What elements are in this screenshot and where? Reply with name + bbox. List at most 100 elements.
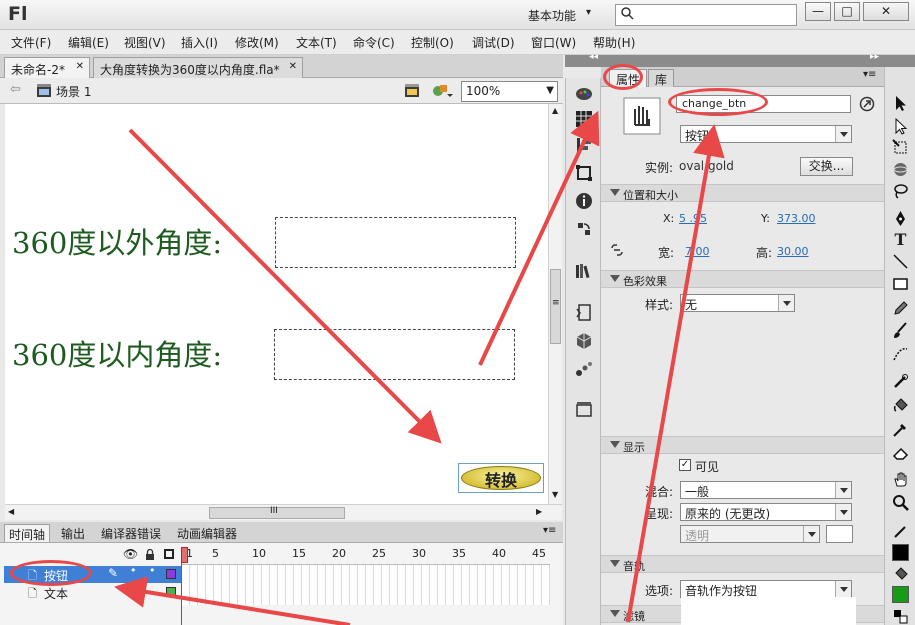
scroll-down-icon[interactable]: ▼ xyxy=(552,490,558,499)
tab-library[interactable]: 库 xyxy=(648,69,675,87)
close-icon[interactable]: ✕ xyxy=(76,61,84,72)
tab-compiler-errors[interactable]: 编译器错误 xyxy=(101,525,161,542)
stage[interactable]: 360度以外角度: 360度以内角度: xyxy=(5,104,548,504)
edit-scene-icon[interactable] xyxy=(404,82,422,99)
swap-colors-icon[interactable] xyxy=(892,608,909,625)
menu-insert[interactable]: 插入(I) xyxy=(181,34,218,51)
menu-file[interactable]: 文件(F) xyxy=(11,34,51,51)
layer-color-swatch[interactable] xyxy=(166,569,176,579)
section-color-effect[interactable]: 色彩效果 xyxy=(601,270,884,288)
lock-icon[interactable] xyxy=(145,549,155,560)
dot-icon[interactable]: • xyxy=(130,564,137,577)
close-window-button[interactable]: ✕ xyxy=(863,2,909,21)
3d-rotation-tool-icon[interactable] xyxy=(892,161,909,178)
zoom-select[interactable]: 100% ▼ xyxy=(461,81,558,102)
maximize-button[interactable]: □ xyxy=(834,2,860,21)
edit-symbols-icon[interactable] xyxy=(431,82,453,99)
components-icon[interactable] xyxy=(575,332,593,350)
stroke-color-swatch[interactable] xyxy=(892,544,909,561)
menu-control[interactable]: 控制(O) xyxy=(411,34,454,51)
stroke-color-pencil-icon[interactable] xyxy=(892,523,909,540)
layer-color-swatch[interactable] xyxy=(166,587,176,597)
scroll-right-icon[interactable]: ▶ xyxy=(536,507,542,516)
convert-button[interactable]: 转换 xyxy=(458,463,544,493)
deco-tool-icon[interactable] xyxy=(892,345,909,362)
menu-edit[interactable]: 编辑(E) xyxy=(68,34,109,51)
menu-window[interactable]: 窗口(W) xyxy=(531,34,576,51)
pen-tool-icon[interactable] xyxy=(892,210,909,227)
fill-color-swatch[interactable] xyxy=(892,586,909,603)
render-select[interactable]: 原来的 (无更改) xyxy=(680,503,852,521)
zoom-tool-icon[interactable] xyxy=(892,494,909,511)
doc-tab-angle-convert[interactable]: 大角度转换为360度以内角度.fla* ✕ xyxy=(93,57,303,78)
inner-angle-output[interactable] xyxy=(274,329,515,380)
tab-timeline[interactable]: 时间轴 xyxy=(4,524,51,542)
history-icon[interactable] xyxy=(575,220,593,238)
align-icon[interactable] xyxy=(575,136,593,154)
background-color-swatch[interactable] xyxy=(826,525,853,543)
frame-grid[interactable] xyxy=(182,565,550,605)
scroll-up-icon[interactable]: ▲ xyxy=(552,106,558,115)
selection-tool-icon[interactable] xyxy=(892,95,909,112)
panel-menu-icon[interactable]: ▾≡ xyxy=(863,69,876,80)
pencil-tool-icon[interactable] xyxy=(892,300,909,317)
bone-tool-icon[interactable] xyxy=(892,373,909,390)
lasso-tool-icon[interactable] xyxy=(892,182,909,199)
width-value[interactable]: 7.00 xyxy=(685,245,710,258)
doc-tab-untitled[interactable]: 未命名-2* ✕ xyxy=(4,57,90,78)
rectangle-tool-icon[interactable] xyxy=(892,275,909,292)
height-value[interactable]: 30.00 xyxy=(777,245,809,258)
style-select[interactable]: 无 xyxy=(680,294,795,312)
menu-modify[interactable]: 修改(M) xyxy=(235,34,279,51)
section-display[interactable]: 显示 xyxy=(601,436,884,454)
y-value[interactable]: 373.00 xyxy=(777,212,816,225)
close-icon[interactable]: ✕ xyxy=(289,61,297,72)
scroll-thumb[interactable]: ≡ xyxy=(550,269,561,344)
tab-motion-editor[interactable]: 动画编辑器 xyxy=(177,525,237,542)
section-tracks[interactable]: 音轨 xyxy=(601,555,884,573)
scroll-thumb[interactable]: III xyxy=(209,506,345,519)
menu-commands[interactable]: 命令(C) xyxy=(353,34,395,51)
transform-icon[interactable] xyxy=(575,164,593,182)
layer-row-text[interactable]: 🗋 文本 xyxy=(4,584,182,601)
help-arrow-icon[interactable] xyxy=(859,96,875,112)
back-arrow-icon[interactable]: ⇦ xyxy=(10,82,21,97)
panel-menu-icon[interactable]: ▾≡ xyxy=(543,525,556,536)
chevron-down-icon[interactable]: ▾ xyxy=(586,7,591,18)
swap-button[interactable]: 交换... xyxy=(800,157,853,176)
eraser-tool-icon[interactable] xyxy=(892,444,909,461)
tracks-option-select[interactable]: 音轨作为按钮 xyxy=(680,580,852,598)
frame-ruler[interactable]: 1 5 10 15 20 25 30 35 40 45 xyxy=(182,543,550,565)
expand-icon[interactable]: ▸▸ xyxy=(870,52,879,62)
tab-output[interactable]: 输出 xyxy=(61,525,85,542)
subselection-tool-icon[interactable] xyxy=(892,118,909,135)
visible-checkbox[interactable]: ✓ xyxy=(679,459,691,471)
section-position-size[interactable]: 位置和大小 xyxy=(601,184,884,202)
transparent-select[interactable]: 透明 xyxy=(680,525,820,543)
eyedropper-tool-icon[interactable] xyxy=(892,421,909,438)
hand-tool-icon[interactable] xyxy=(892,471,909,488)
playhead-handle[interactable] xyxy=(181,547,188,563)
fill-bucket-icon[interactable] xyxy=(892,566,909,583)
vertical-scrollbar[interactable]: ▲ ≡ ▼ xyxy=(548,104,562,504)
swatches-icon[interactable] xyxy=(575,110,593,128)
free-transform-tool-icon[interactable] xyxy=(892,139,909,156)
motion-presets-icon[interactable] xyxy=(575,360,593,378)
library-icon[interactable] xyxy=(575,262,593,280)
menu-debug[interactable]: 调试(D) xyxy=(472,34,515,51)
menu-view[interactable]: 视图(V) xyxy=(124,34,166,51)
search-input[interactable] xyxy=(615,4,797,26)
workspace-switcher[interactable]: 基本功能 xyxy=(528,7,576,24)
horizontal-scrollbar[interactable]: ◀ III ▶ xyxy=(5,504,562,520)
line-tool-icon[interactable] xyxy=(892,253,909,270)
x-value[interactable]: 5 .95 xyxy=(679,212,707,225)
palette-icon[interactable] xyxy=(575,84,593,102)
text-tool-icon[interactable]: T xyxy=(892,231,909,248)
brush-tool-icon[interactable] xyxy=(892,322,909,339)
dot-icon[interactable]: • xyxy=(149,564,156,577)
symbol-type-select[interactable]: 按钮 xyxy=(680,125,852,143)
info-icon[interactable] xyxy=(575,192,593,210)
collapse-icon[interactable]: ◂◂ xyxy=(589,52,598,62)
minimize-button[interactable]: — xyxy=(805,2,831,21)
menu-help[interactable]: 帮助(H) xyxy=(593,34,635,51)
